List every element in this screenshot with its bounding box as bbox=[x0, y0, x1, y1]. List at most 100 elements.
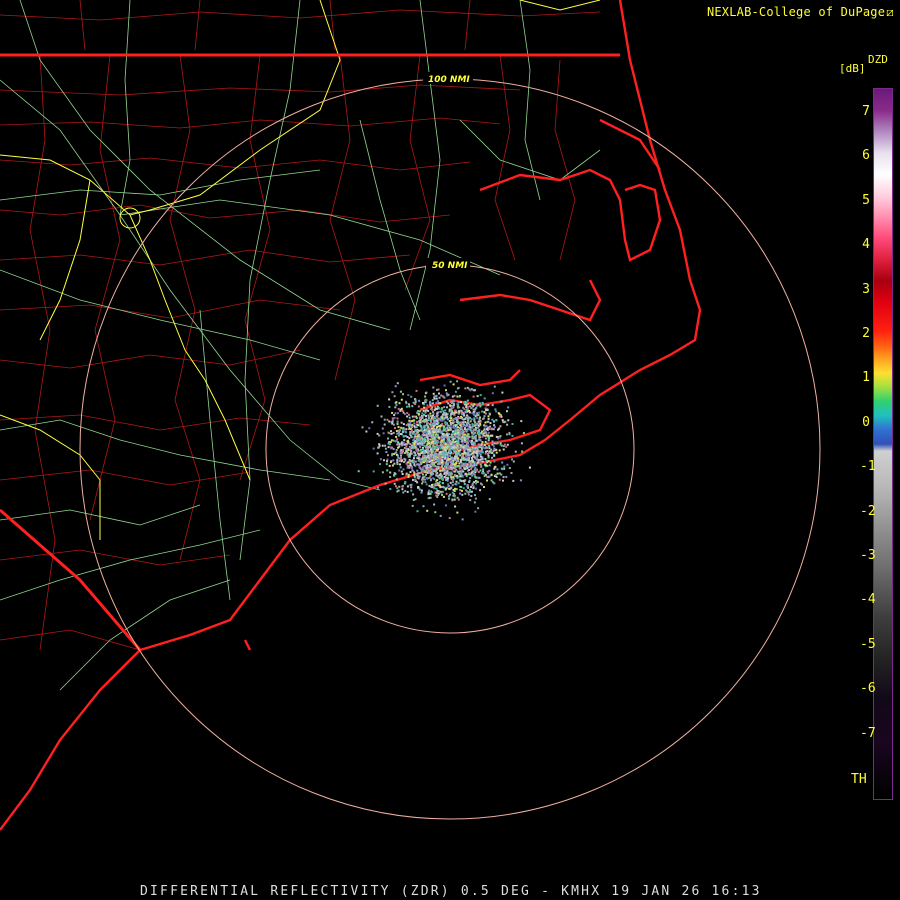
echo-pixel bbox=[473, 437, 476, 440]
echo-pixel bbox=[382, 432, 385, 435]
echo-pixel bbox=[498, 449, 501, 452]
echo-pixel bbox=[435, 401, 438, 404]
credit-mark-icon: ⧄ bbox=[886, 5, 894, 19]
legend-tick: 5 bbox=[862, 192, 870, 208]
echo-pixel bbox=[389, 471, 392, 474]
echo-pixel bbox=[467, 445, 470, 448]
echo-pixel bbox=[461, 489, 463, 492]
echo-pixel bbox=[432, 470, 435, 472]
echo-pixel bbox=[490, 434, 493, 437]
echo-pixel bbox=[420, 427, 423, 430]
echo-pixel bbox=[495, 451, 498, 454]
echo-pixel bbox=[475, 406, 478, 409]
echo-pixel bbox=[486, 428, 488, 430]
echo-pixel bbox=[412, 493, 415, 496]
echo-pixel bbox=[458, 467, 461, 470]
echo-pixel bbox=[465, 438, 468, 441]
echo-pixel bbox=[479, 405, 482, 408]
echo-pixel bbox=[434, 451, 437, 453]
echo-pixel bbox=[412, 401, 415, 404]
echo-pixel bbox=[484, 429, 487, 432]
echo-pixel bbox=[406, 490, 409, 493]
echo-pixel bbox=[400, 433, 403, 435]
echo-pixel bbox=[465, 459, 468, 462]
echo-pixel bbox=[418, 453, 421, 456]
echo-pixel bbox=[457, 412, 460, 415]
echo-pixel bbox=[448, 420, 451, 422]
range-ring-label-50: 50 NMI bbox=[432, 261, 468, 271]
echo-pixel bbox=[460, 463, 463, 465]
echo-pixel bbox=[438, 396, 441, 399]
echo-pixel bbox=[456, 470, 459, 473]
echo-pixel bbox=[478, 431, 481, 434]
echo-pixel bbox=[444, 448, 447, 451]
echo-pixel bbox=[470, 485, 473, 488]
echo-pixel bbox=[485, 459, 488, 462]
echo-pixel bbox=[481, 410, 484, 413]
echo-pixel bbox=[479, 455, 482, 458]
echo-pixel bbox=[381, 471, 384, 474]
echo-pixel bbox=[429, 438, 432, 441]
echo-pixel bbox=[415, 426, 418, 429]
echo-pixel bbox=[393, 482, 396, 485]
echo-pixel bbox=[446, 477, 449, 480]
echo-pixel bbox=[422, 430, 425, 433]
echo-pixel bbox=[448, 468, 451, 470]
echo-pixel bbox=[428, 427, 431, 430]
echo-pixel bbox=[460, 427, 463, 430]
echo-pixel bbox=[473, 468, 476, 471]
echo-pixel bbox=[453, 492, 456, 495]
echo-pixel bbox=[493, 385, 496, 388]
echo-pixel bbox=[452, 481, 454, 484]
echo-pixel bbox=[464, 387, 467, 390]
echo-pixel bbox=[431, 484, 433, 486]
echo-pixel bbox=[500, 400, 503, 403]
echo-pixel bbox=[468, 435, 471, 438]
echo-pixel bbox=[511, 423, 514, 425]
echo-pixel bbox=[402, 411, 405, 414]
echo-pixel bbox=[402, 484, 404, 487]
echo-pixel bbox=[502, 479, 504, 482]
echo-pixel bbox=[436, 448, 438, 451]
echo-pixel bbox=[434, 464, 437, 467]
echo-pixel bbox=[452, 459, 455, 462]
echo-pixel bbox=[448, 410, 451, 413]
echo-pixel bbox=[439, 417, 442, 420]
echo-pixel bbox=[431, 472, 434, 475]
echo-pixel bbox=[420, 491, 423, 494]
echo-pixel bbox=[432, 386, 435, 389]
echo-pixel bbox=[458, 453, 461, 456]
echo-pixel bbox=[389, 488, 392, 490]
echo-pixel bbox=[471, 429, 474, 432]
echo-pixel bbox=[454, 456, 457, 459]
echo-pixel bbox=[423, 452, 426, 454]
echo-pixel bbox=[463, 414, 466, 417]
echo-pixel bbox=[391, 464, 394, 467]
echo-pixel bbox=[404, 481, 407, 483]
echo-pixel bbox=[415, 448, 418, 451]
echo-pixel bbox=[474, 421, 477, 424]
echo-pixel bbox=[412, 499, 415, 501]
echo-pixel bbox=[408, 419, 411, 422]
echo-pixel bbox=[462, 462, 465, 465]
echo-pixel bbox=[450, 472, 453, 475]
echo-pixel bbox=[408, 455, 411, 458]
echo-pixel bbox=[495, 410, 498, 413]
echo-pixel bbox=[421, 451, 424, 453]
echo-pixel bbox=[505, 445, 508, 448]
echo-pixel bbox=[503, 465, 506, 468]
echo-pixel bbox=[495, 442, 498, 445]
echo-pixel bbox=[394, 385, 397, 388]
echo-pixel bbox=[434, 406, 437, 409]
echo-pixel bbox=[463, 483, 466, 485]
echo-pixel bbox=[436, 407, 439, 410]
echo-pixel bbox=[498, 472, 501, 475]
echo-pixel bbox=[413, 422, 416, 425]
echo-pixel bbox=[396, 463, 399, 465]
echo-pixel bbox=[472, 472, 475, 475]
echo-pixel bbox=[400, 398, 403, 401]
echo-pixel bbox=[499, 442, 502, 445]
echo-pixel bbox=[484, 473, 487, 476]
echo-pixel bbox=[431, 434, 433, 437]
echo-pixel bbox=[430, 491, 433, 494]
